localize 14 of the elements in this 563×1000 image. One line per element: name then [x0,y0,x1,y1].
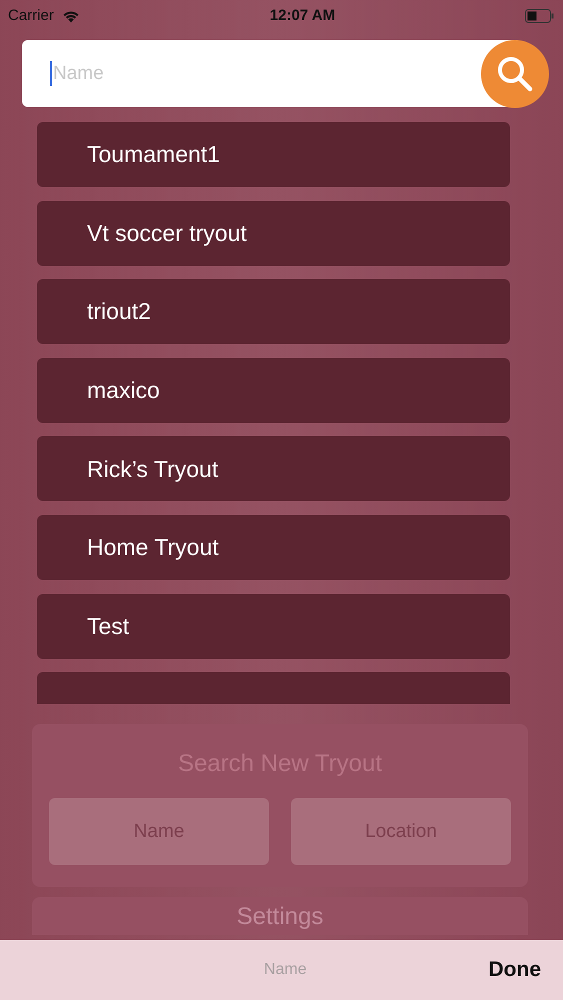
result-item[interactable]: Home Tryout [37,514,510,580]
result-item[interactable]: maxico [37,358,510,423]
carrier-label: Carrier [8,6,54,26]
result-item[interactable]: triout2 [37,279,510,344]
battery-icon [525,9,555,23]
result-item[interactable]: Test [37,594,510,659]
result-item[interactable]: Rick’s Tryout [37,436,510,502]
result-item[interactable]: Vt soccer tryout [37,200,510,266]
wifi-icon [62,10,80,22]
toolbar-title: Name [264,960,307,980]
search-icon [496,55,534,93]
done-button[interactable]: Done [488,954,541,986]
result-item[interactable]: Toumament1 [37,122,510,187]
time-label: 12:07 AM [270,6,336,26]
